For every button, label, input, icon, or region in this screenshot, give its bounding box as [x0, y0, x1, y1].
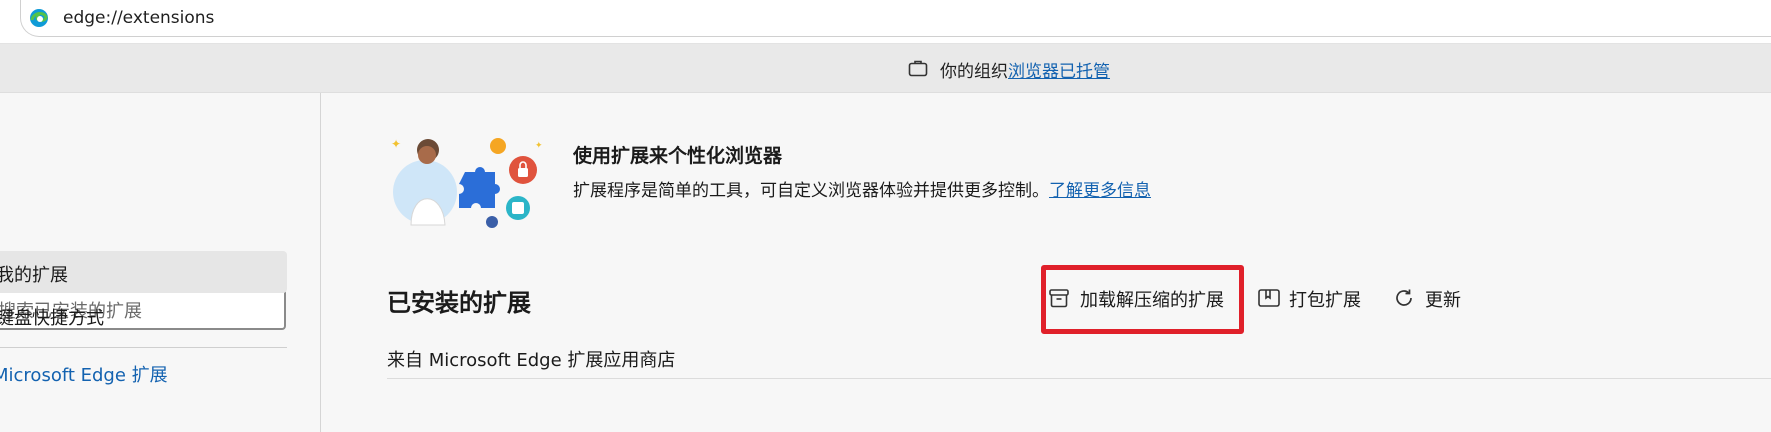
- sidebar-item-label: 我的扩展: [0, 265, 68, 286]
- edge-logo-icon: [30, 9, 48, 27]
- hero-title: 使用扩展来个性化浏览器: [573, 145, 783, 167]
- sidebar-item-keyboard-shortcuts[interactable]: 键盘快捷方式: [0, 294, 287, 336]
- svg-text:✦: ✦: [391, 137, 401, 151]
- address-bar: edge://extensions: [0, 0, 1771, 44]
- extensions-hero-illustration: ✦ ✦: [391, 137, 543, 228]
- managed-notice-prefix: 你的组织: [940, 62, 1008, 82]
- browser-managed-link[interactable]: 浏览器已托管: [1008, 62, 1110, 82]
- highlight-annotation: [1041, 265, 1244, 334]
- pack-extension-label: 打包扩展: [1289, 290, 1361, 311]
- url-text[interactable]: edge://extensions: [63, 8, 214, 28]
- sidebar: 搜索已安装的扩展 我的扩展 键盘快捷方式 Microsoft Edge 扩展: [0, 93, 321, 432]
- briefcase-icon: [908, 60, 928, 77]
- refresh-icon: [1396, 289, 1412, 306]
- installed-extensions-title: 已安装的扩展: [387, 289, 531, 317]
- sidebar-divider: [0, 347, 287, 348]
- managed-notice-text: 你的组织浏览器已托管: [940, 57, 1110, 82]
- hero-description-text: 扩展程序是简单的工具，可自定义浏览器体验并提供更多控制。: [573, 181, 1049, 201]
- section-divider: [387, 378, 1771, 379]
- sidebar-item-label: 键盘快捷方式: [0, 308, 104, 329]
- managed-notice-bar: [0, 44, 1771, 93]
- svg-text:✦: ✦: [535, 141, 543, 151]
- store-source-label: 来自 Microsoft Edge 扩展应用商店: [387, 350, 676, 371]
- hero-description: 扩展程序是简单的工具，可自定义浏览器体验并提供更多控制。了解更多信息: [573, 176, 1151, 201]
- update-label: 更新: [1425, 290, 1461, 311]
- learn-more-link[interactable]: 了解更多信息: [1049, 181, 1151, 201]
- url-field[interactable]: [20, 0, 1771, 37]
- sidebar-item-my-extensions[interactable]: 我的扩展: [0, 251, 287, 293]
- edge-addons-store-link[interactable]: Microsoft Edge 扩展: [0, 361, 168, 387]
- pack-icon: [1258, 289, 1280, 307]
